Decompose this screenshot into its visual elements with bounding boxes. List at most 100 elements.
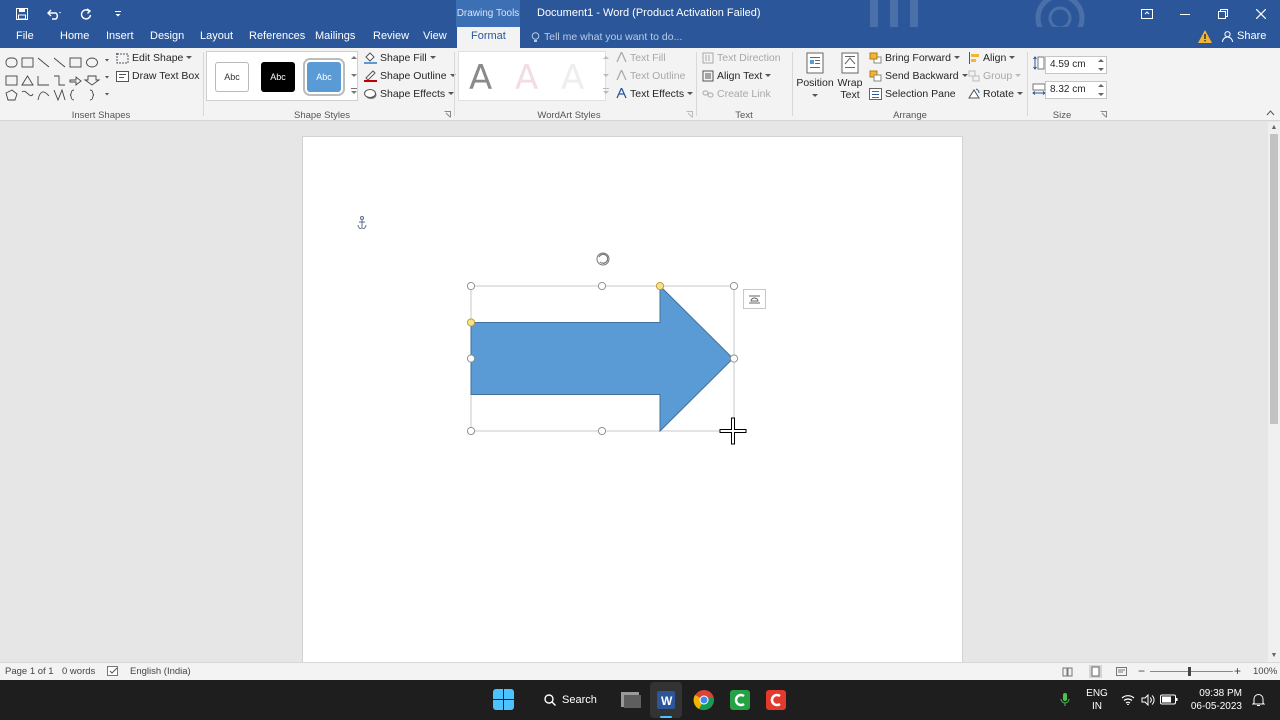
windows-start-icon[interactable] [493, 689, 514, 710]
undo-icon[interactable] [40, 4, 68, 24]
dialog-launcher-icon[interactable] [1100, 111, 1107, 118]
text-effects-button[interactable]: Text Effects [616, 88, 694, 100]
notification-bell-icon[interactable] [1252, 693, 1265, 707]
print-layout-icon[interactable] [1089, 665, 1102, 678]
dialog-launcher-icon[interactable] [686, 111, 693, 118]
word-app-icon[interactable]: W [654, 688, 678, 712]
arrow-shape-selection[interactable] [460, 248, 760, 448]
spinner-icon[interactable] [1098, 58, 1104, 72]
zoom-in-icon[interactable]: + [1234, 664, 1241, 678]
word-count[interactable]: 0 words [62, 666, 95, 677]
ribbon-display-options-icon[interactable] [1128, 0, 1166, 27]
wordart-preset-light[interactable]: A [561, 58, 584, 98]
resize-handle-bottom[interactable] [597, 426, 607, 436]
warning-icon[interactable] [1198, 30, 1212, 43]
tell-me-box[interactable]: Tell me what you want to do... [531, 31, 682, 43]
text-direction-button[interactable]: Text Direction [702, 52, 781, 64]
spinner-icon[interactable] [1098, 83, 1104, 97]
tab-insert[interactable]: Insert [106, 30, 134, 42]
wordart-preset-gray[interactable]: A [469, 58, 492, 98]
resize-handle-right[interactable] [729, 354, 739, 363]
gallery-scroll-icon[interactable] [602, 54, 610, 98]
share-button[interactable]: Share [1222, 30, 1266, 42]
tab-format[interactable]: Format [457, 27, 520, 48]
create-link-button[interactable]: Create Link [702, 88, 771, 100]
close-icon[interactable] [1242, 0, 1280, 27]
wordart-preset-pink[interactable]: A [515, 58, 538, 98]
clock[interactable]: 09:38 PM 06-05-2023 [1186, 687, 1242, 713]
draw-text-box-button[interactable]: Draw Text Box [116, 70, 200, 82]
shape-style-preset-blue[interactable]: Abc [303, 58, 345, 96]
read-mode-icon[interactable] [1062, 666, 1073, 677]
send-backward-button[interactable]: Send Backward [869, 70, 968, 82]
resize-handle-top[interactable] [597, 281, 607, 291]
language-indicator[interactable]: English (India) [130, 666, 191, 677]
resize-handle-top-right[interactable] [729, 281, 739, 291]
text-outline-button[interactable]: Text Outline [616, 70, 685, 82]
wrap-text-button[interactable]: Wrap Text [834, 52, 866, 106]
taskbar-search-button[interactable]: Search [530, 686, 600, 714]
zoom-slider[interactable] [1150, 671, 1233, 672]
shape-style-preset-black[interactable]: Abc [261, 62, 295, 92]
microphone-icon[interactable] [1060, 693, 1070, 707]
tab-mailings[interactable]: Mailings [315, 30, 355, 42]
shapes-gallery[interactable] [4, 52, 112, 104]
camtasia-red-icon[interactable] [764, 688, 788, 712]
tab-home[interactable]: Home [60, 30, 89, 42]
group-button[interactable]: Group [968, 70, 1022, 82]
shape-effects-button[interactable]: Shape Effects [364, 88, 455, 100]
position-button[interactable]: Position [796, 52, 834, 106]
rotate-handle[interactable] [596, 252, 610, 266]
selection-pane-button[interactable]: Selection Pane [869, 88, 956, 100]
adjust-handle-head[interactable] [655, 281, 665, 291]
dialog-launcher-icon[interactable] [444, 111, 451, 118]
rotate-button[interactable]: Rotate [968, 88, 1023, 100]
proofing-icon[interactable] [107, 666, 119, 677]
shape-icons-grid[interactable] [4, 52, 112, 106]
text-fill-button[interactable]: Text Fill [616, 52, 666, 64]
shape-outline-button[interactable]: Shape Outline [364, 70, 456, 82]
page-count[interactable]: Page 1 of 1 [5, 666, 54, 677]
restore-icon[interactable] [1204, 0, 1242, 27]
vertical-scrollbar[interactable]: ▲ ▼ [1268, 122, 1280, 662]
scroll-up-icon[interactable]: ▲ [1270, 124, 1278, 132]
right-arrow-shape[interactable] [470, 284, 734, 433]
anchor-icon[interactable] [357, 216, 367, 229]
zoom-slider-thumb[interactable] [1188, 667, 1191, 676]
tab-file[interactable]: File [16, 30, 34, 42]
bring-forward-button[interactable]: Bring Forward [869, 52, 960, 64]
edit-shape-button[interactable]: Edit Shape [116, 52, 193, 64]
web-layout-icon[interactable] [1116, 666, 1127, 677]
scroll-down-icon[interactable]: ▼ [1270, 652, 1278, 660]
layout-options-icon[interactable] [743, 289, 766, 309]
redo-icon[interactable] [72, 4, 100, 24]
volume-icon[interactable] [1141, 694, 1155, 706]
wifi-icon[interactable] [1121, 694, 1135, 705]
gallery-scroll-icon[interactable] [350, 54, 358, 98]
resize-handle-bottom-left[interactable] [466, 426, 476, 436]
shape-style-preset-outline[interactable]: Abc [215, 62, 249, 92]
tab-design[interactable]: Design [150, 30, 184, 42]
scrollbar-thumb[interactable] [1270, 134, 1278, 424]
resize-handle-top-left[interactable] [466, 281, 476, 291]
save-icon[interactable] [8, 4, 36, 24]
align-button[interactable]: Align [968, 52, 1016, 64]
tab-review[interactable]: Review [373, 30, 409, 42]
minimize-icon[interactable] [1166, 0, 1204, 27]
adjust-handle-shaft[interactable] [466, 318, 476, 327]
zoom-out-icon[interactable]: − [1138, 664, 1145, 678]
shape-fill-button[interactable]: Shape Fill [364, 52, 436, 64]
resize-handle-left[interactable] [466, 354, 476, 363]
align-text-button[interactable]: Align Text [702, 70, 772, 82]
input-language-indicator[interactable]: ENG IN [1084, 687, 1110, 713]
collapse-ribbon-icon[interactable] [1266, 110, 1275, 116]
customize-qat-icon[interactable] [104, 4, 132, 24]
camtasia-green-icon[interactable] [728, 688, 752, 712]
tab-references[interactable]: References [249, 30, 305, 42]
tab-view[interactable]: View [423, 30, 447, 42]
battery-icon[interactable] [1160, 694, 1178, 705]
zoom-level[interactable]: 100% [1253, 666, 1277, 677]
file-explorer-icon[interactable] [619, 688, 643, 712]
tab-layout[interactable]: Layout [200, 30, 233, 42]
chrome-icon[interactable] [692, 688, 716, 712]
